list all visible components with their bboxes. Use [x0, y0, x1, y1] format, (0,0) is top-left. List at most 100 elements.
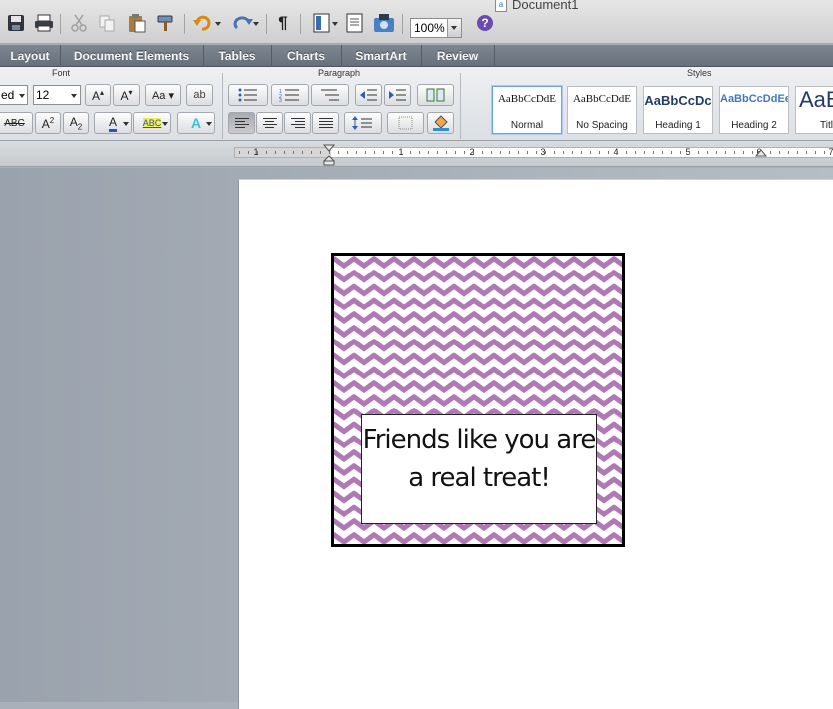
- ruler-tick: [419, 151, 420, 154]
- text-effects-button[interactable]: A: [177, 112, 215, 134]
- ruler-tick: [338, 151, 339, 154]
- scissors-icon: [71, 14, 87, 32]
- zoom-select[interactable]: 100%: [410, 18, 462, 38]
- align-right-button[interactable]: [284, 112, 311, 134]
- align-center-icon: [262, 118, 277, 128]
- style-normal[interactable]: AaBbCcDdE Normal: [492, 86, 562, 134]
- tag-message: Friends like you are a real treat!: [362, 425, 597, 493]
- chevron-down-icon: [71, 94, 77, 98]
- chevron-down-icon: [451, 26, 457, 30]
- clipboard-icon: [129, 14, 146, 33]
- ruler-tick: [671, 151, 672, 154]
- strikethrough-button[interactable]: ABC: [0, 112, 33, 134]
- paste-button[interactable]: [125, 12, 149, 34]
- ruler-tick: [356, 151, 357, 154]
- copy-button[interactable]: [96, 12, 118, 34]
- shading-button[interactable]: [427, 112, 454, 134]
- font-name-field[interactable]: ed: [0, 85, 28, 105]
- justify-button[interactable]: [312, 112, 339, 134]
- media-browser-button[interactable]: [372, 12, 396, 34]
- sidebar-button[interactable]: [344, 12, 366, 34]
- decrease-indent-icon: [359, 89, 377, 101]
- ruler-tick: [365, 151, 366, 154]
- tab-layout[interactable]: Layout: [0, 45, 61, 67]
- redo-button[interactable]: [226, 12, 260, 34]
- line-spacing-button[interactable]: [344, 112, 382, 134]
- ruler-tick: [518, 151, 519, 154]
- style-title[interactable]: AaBl Titl: [795, 86, 833, 134]
- print-button[interactable]: [32, 12, 56, 34]
- undo-button[interactable]: [189, 12, 221, 34]
- ruler-tick: [563, 151, 564, 154]
- paintbrush-icon: [157, 15, 173, 31]
- ruler-tick: [662, 151, 663, 154]
- style-heading-2[interactable]: AaBbCcDdEe Heading 2: [719, 86, 789, 134]
- style-heading-1[interactable]: AaBbCcDc Heading 1: [643, 86, 713, 134]
- view-button[interactable]: [306, 12, 338, 34]
- indent-marker-icon[interactable]: [323, 144, 335, 166]
- shrink-font-button[interactable]: A▾: [113, 84, 140, 106]
- ruler-tick: [554, 151, 555, 154]
- change-case-button[interactable]: Aa ▾: [145, 84, 181, 106]
- clear-formatting-button[interactable]: ab: [186, 84, 213, 106]
- paragraph-group-title: Paragraph: [318, 68, 361, 78]
- subscript-button[interactable]: A2: [63, 112, 89, 134]
- copy-icon: [99, 15, 115, 32]
- increase-indent-icon: [388, 89, 406, 101]
- ruler-tick: [653, 151, 654, 154]
- chevron-down-icon: [215, 22, 221, 26]
- ruler-tick: [635, 151, 636, 154]
- ruler-tick: [725, 151, 726, 154]
- style-no-spacing[interactable]: AaBbCcDdE No Spacing: [567, 86, 637, 134]
- subscript-icon: A2: [69, 114, 83, 132]
- chevron-down-icon: [19, 94, 25, 98]
- ruler-tick: [491, 151, 492, 154]
- ruler-tick: [734, 151, 735, 154]
- tab-smartart[interactable]: SmartArt: [341, 45, 422, 67]
- chevron-gift-tag-image[interactable]: Friends like you are a real treat!: [331, 253, 625, 547]
- font-color-button[interactable]: A: [94, 112, 132, 134]
- justify-icon: [318, 118, 333, 128]
- ruler-tick: [527, 151, 528, 154]
- align-center-button[interactable]: [256, 112, 283, 134]
- cut-button[interactable]: [68, 12, 90, 34]
- columns-button[interactable]: [417, 84, 454, 106]
- highlight-button[interactable]: ABC: [133, 112, 171, 134]
- font-size-field[interactable]: 12: [33, 85, 81, 105]
- ruler-tick: [428, 151, 429, 154]
- save-button[interactable]: [5, 12, 27, 34]
- tab-tables[interactable]: Tables: [203, 45, 272, 67]
- ruler-tick: [536, 151, 537, 154]
- align-left-button[interactable]: [228, 112, 255, 134]
- line-spacing-icon: [352, 116, 372, 130]
- show-formatting-button[interactable]: ¶: [272, 12, 294, 34]
- undo-icon: [193, 15, 211, 31]
- tab-review[interactable]: Review: [421, 45, 495, 67]
- ruler-tick: [473, 151, 474, 154]
- ruler-tick: [320, 151, 321, 154]
- borders-button[interactable]: [387, 112, 424, 134]
- format-painter-button[interactable]: [154, 12, 178, 34]
- help-button[interactable]: ?: [474, 12, 496, 34]
- decrease-indent-button[interactable]: [355, 84, 382, 106]
- save-icon: [8, 15, 24, 31]
- increase-indent-button[interactable]: [384, 84, 411, 106]
- superscript-button[interactable]: A2: [35, 112, 61, 134]
- right-indent-marker-icon[interactable]: [755, 148, 767, 158]
- grow-font-button[interactable]: A▴: [85, 84, 111, 106]
- tab-document-elements[interactable]: Document Elements: [60, 45, 204, 67]
- ruler-tick: [707, 151, 708, 154]
- ruler-tick: [590, 151, 591, 154]
- tab-charts[interactable]: Charts: [271, 45, 342, 67]
- bullets-button[interactable]: [228, 84, 268, 106]
- ruler-tick: [257, 151, 258, 154]
- ruler-tick: [275, 151, 276, 154]
- zoom-dropdown[interactable]: [447, 19, 461, 37]
- multilevel-list-icon: [321, 89, 339, 101]
- numbering-button[interactable]: 123: [271, 84, 309, 106]
- ruler-tick: [788, 151, 789, 154]
- ribbon-home: Font ed 12 A▴ A▾ Aa ▾ ab ABC A2 A2 A ABC…: [0, 67, 833, 141]
- multilevel-list-button[interactable]: [311, 84, 349, 106]
- ruler-tick: [293, 151, 294, 154]
- ruler-tick: [455, 151, 456, 154]
